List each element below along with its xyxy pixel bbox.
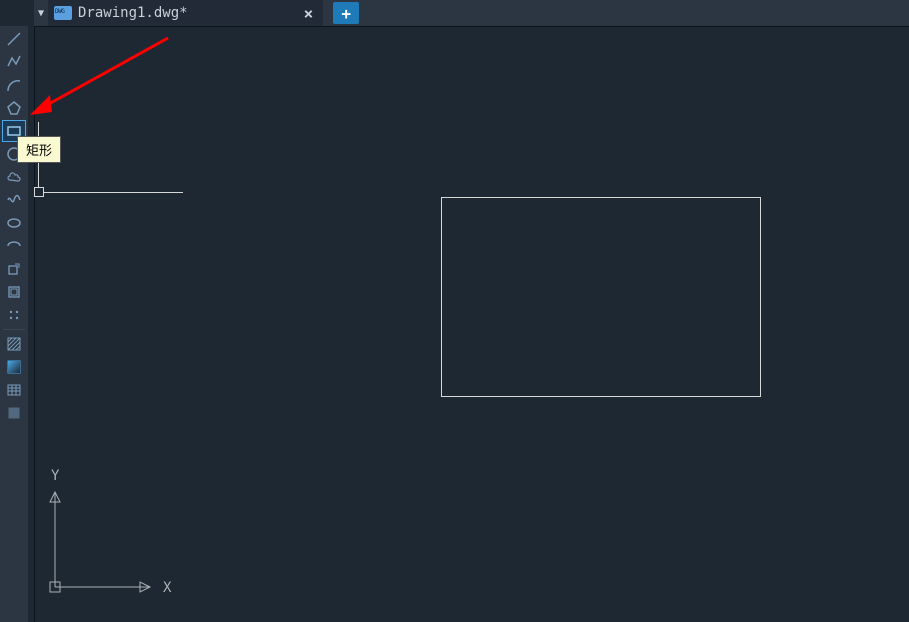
insert-block-tool[interactable] [2, 258, 26, 280]
close-tab-icon[interactable]: × [194, 4, 314, 23]
create-block-tool[interactable] [2, 281, 26, 303]
drawing-canvas[interactable]: X Y [34, 26, 909, 622]
drawn-rectangle [441, 197, 761, 397]
new-tab-button[interactable]: + [333, 2, 359, 24]
tab-title: Drawing1.dwg* [78, 5, 188, 21]
draw-toolbar [0, 26, 28, 622]
cloud-tool[interactable] [2, 166, 26, 188]
tab-dropdown-icon[interactable]: ▼ [34, 0, 48, 26]
polygon-tool[interactable] [2, 97, 26, 119]
line-tool[interactable] [2, 28, 26, 50]
tab-bar: ▼ Drawing1.dwg* × + [34, 0, 909, 26]
spline-tool[interactable] [2, 189, 26, 211]
y-axis-label: Y [51, 468, 60, 484]
dwg-file-icon [54, 6, 72, 20]
polyline-tool[interactable] [2, 51, 26, 73]
hatch-tool[interactable] [2, 333, 26, 355]
ellipse-arc-tool[interactable] [2, 235, 26, 257]
point-tool[interactable] [2, 304, 26, 326]
crosshair-horizontal [43, 192, 183, 193]
gradient-tool[interactable] [2, 356, 26, 378]
rectangle-tooltip: 矩形 [17, 136, 61, 163]
table-tool[interactable] [2, 379, 26, 401]
toolbar-separator [3, 329, 25, 330]
arc-tool[interactable] [2, 74, 26, 96]
region-tool[interactable] [2, 402, 26, 424]
x-axis-label: X [163, 580, 172, 596]
document-tab[interactable]: Drawing1.dwg* × [48, 0, 323, 26]
ellipse-tool[interactable] [2, 212, 26, 234]
ucs-icon: X Y [40, 462, 190, 612]
